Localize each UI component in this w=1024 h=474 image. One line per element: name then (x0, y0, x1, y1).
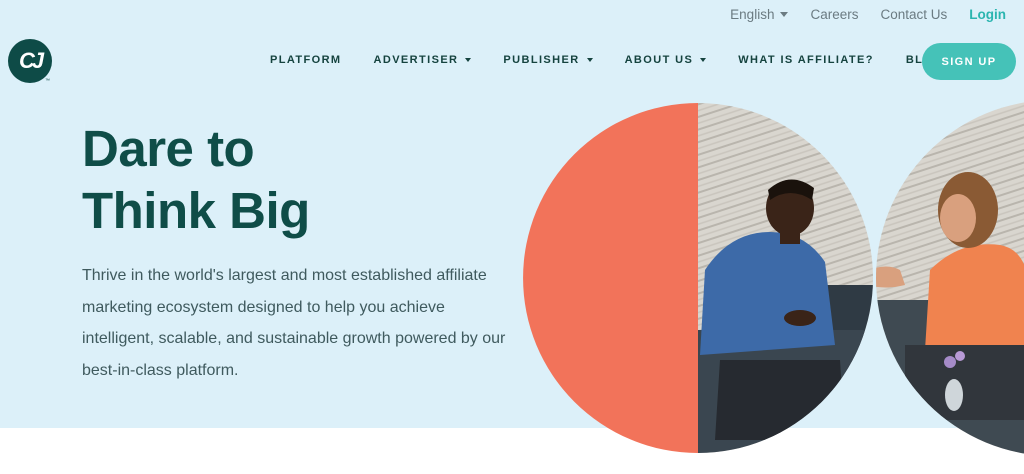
chevron-down-icon (780, 12, 789, 17)
nav-label-publisher: PUBLISHER (503, 54, 580, 66)
nav-item-about[interactable]: ABOUT US (625, 54, 707, 66)
utility-bar: English Careers Contact Us Login (730, 7, 1006, 22)
contact-us-link[interactable]: Contact Us (880, 7, 947, 22)
hero-section: English Careers Contact Us Login CJ ™ PL… (0, 0, 1024, 428)
chevron-down-icon (465, 58, 472, 62)
language-label: English (730, 7, 775, 22)
nav-label-advertiser: ADVERTISER (373, 54, 459, 66)
nav-label-platform: PLATFORM (270, 54, 342, 66)
nav-item-platform[interactable]: PLATFORM (270, 54, 342, 66)
main-nav: PLATFORM ADVERTISER PUBLISHER ABOUT US W… (270, 54, 975, 66)
chevron-down-icon (586, 58, 593, 62)
language-selector[interactable]: English (730, 7, 789, 22)
nav-item-what-is-affiliate[interactable]: WHAT IS AFFILIATE? (738, 54, 874, 66)
nav-item-advertiser[interactable]: ADVERTISER (374, 54, 472, 66)
nav-item-publisher[interactable]: PUBLISHER (503, 54, 593, 66)
nav-label-about: ABOUT US (624, 54, 694, 66)
logo-mark: CJ (18, 48, 44, 73)
trademark-symbol: ™ (45, 78, 50, 84)
nav-label-what-is-affiliate: WHAT IS AFFILIATE? (738, 54, 874, 66)
careers-link[interactable]: Careers (810, 7, 858, 22)
hero-headline: Dare to Think Big (82, 118, 310, 242)
cj-logo-icon[interactable]: CJ (8, 39, 52, 83)
chevron-down-icon (700, 58, 707, 62)
login-link[interactable]: Login (969, 7, 1006, 22)
sign-up-button[interactable]: SIGN UP (922, 43, 1016, 80)
hero-description: Thrive in the world's largest and most e… (82, 267, 506, 379)
headline-line-2: Think Big (82, 182, 310, 239)
headline-line-1: Dare to (82, 120, 255, 177)
